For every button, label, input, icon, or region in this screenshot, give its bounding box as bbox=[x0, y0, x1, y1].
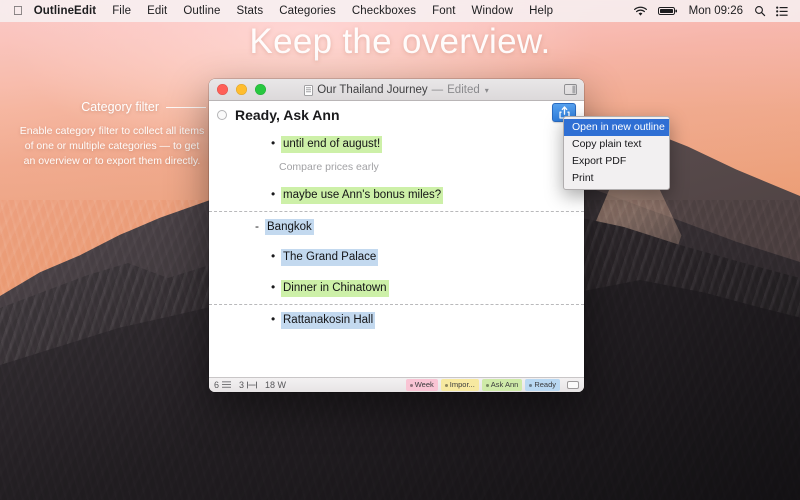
status-items-count: 6 bbox=[214, 380, 220, 390]
categories-toggle-icon[interactable] bbox=[567, 381, 579, 389]
window-toolbar: Ready, Ask Ann bbox=[209, 101, 584, 129]
annotation-leader-line bbox=[166, 106, 206, 108]
menu-item-checkboxes[interactable]: Checkboxes bbox=[344, 5, 424, 17]
badge-dot-icon bbox=[529, 383, 533, 387]
outline-note-text[interactable]: Compare prices early bbox=[279, 161, 379, 175]
status-word-count: 18 W bbox=[265, 380, 287, 390]
category-badges: Week Impor... Ask Ann Ready bbox=[405, 379, 579, 391]
menu-item-window[interactable]: Window bbox=[464, 5, 522, 17]
outline-row-6[interactable]: • Dinner in Chinatown bbox=[209, 273, 584, 304]
desktop-screen: Keep the overview. Category filter Enabl… bbox=[0, 0, 800, 500]
menu-item-print[interactable]: Print bbox=[564, 170, 669, 187]
outline-row-4-group[interactable]: - Bangkok bbox=[209, 212, 584, 243]
outline-content[interactable]: • until end of august! Compare prices ea… bbox=[209, 129, 584, 377]
menu-item-font[interactable]: Font bbox=[424, 5, 463, 17]
sidebar-toggle-icon[interactable] bbox=[564, 84, 577, 95]
window-statusbar: 6 3 18 W Week Impor... Ask Ann Ready bbox=[209, 377, 584, 392]
menu-item-help[interactable]: Help bbox=[521, 5, 561, 17]
badge-important[interactable]: Impor... bbox=[440, 379, 479, 391]
menu-item-stats[interactable]: Stats bbox=[228, 5, 271, 17]
outline-item-text[interactable]: The Grand Palace bbox=[281, 249, 379, 267]
outline-row-3[interactable]: • maybe use Ann's bonus miles? bbox=[209, 180, 584, 211]
status-level-count-group[interactable]: 3 bbox=[239, 380, 258, 390]
badge-dot-icon bbox=[485, 383, 489, 387]
notification-center-list-icon[interactable] bbox=[771, 6, 793, 17]
window-edited-status[interactable]: Edited bbox=[447, 84, 480, 96]
badge-dot-icon bbox=[444, 383, 448, 387]
window-title-dash: — bbox=[431, 84, 444, 96]
badge-dot-icon bbox=[409, 383, 413, 387]
outline-row-5[interactable]: • The Grand Palace bbox=[209, 242, 584, 273]
menu-item-edit[interactable]: Edit bbox=[139, 5, 175, 17]
menu-item-copy-plain-text[interactable]: Copy plain text bbox=[564, 136, 669, 153]
outline-item-text[interactable]: Rattanakosin Hall bbox=[281, 312, 376, 330]
badge-week[interactable]: Week bbox=[405, 379, 438, 391]
share-dropdown-menu: Open in new outline Copy plain text Expo… bbox=[563, 116, 670, 190]
outline-item-text[interactable]: Bangkok bbox=[265, 218, 314, 236]
menu-item-categories[interactable]: Categories bbox=[271, 5, 344, 17]
outline-row-2-note[interactable]: Compare prices early bbox=[209, 160, 584, 180]
status-word-count-group[interactable]: 18 W bbox=[265, 380, 286, 390]
outline-item-text[interactable]: Dinner in Chinatown bbox=[281, 280, 389, 298]
bullet-icon: • bbox=[271, 186, 276, 201]
wifi-icon[interactable] bbox=[628, 6, 653, 17]
bullet-icon: • bbox=[271, 136, 276, 150]
annotation-body: Enable category filter to collect all it… bbox=[19, 125, 205, 168]
badge-ready[interactable]: Ready bbox=[525, 379, 560, 391]
menu-item-export-pdf[interactable]: Export PDF bbox=[564, 153, 669, 170]
outline-item-text[interactable]: maybe use Ann's bonus miles? bbox=[281, 186, 444, 204]
badge-label: Impor... bbox=[449, 380, 475, 390]
menu-bar:  OutlineEdit File Edit Outline Stats Ca… bbox=[0, 0, 800, 22]
search-icon[interactable] bbox=[749, 5, 771, 17]
menu-bar-clock[interactable]: Mon 09:26 bbox=[683, 5, 749, 17]
menu-item-open-in-new-outline[interactable]: Open in new outline bbox=[564, 119, 669, 136]
status-items-count-group[interactable]: 6 bbox=[214, 380, 232, 390]
apple-logo-icon[interactable]:  bbox=[13, 4, 23, 17]
menu-item-app-name[interactable]: OutlineEdit bbox=[32, 5, 104, 17]
outline-item-text[interactable]: until end of august! bbox=[281, 136, 383, 153]
menu-item-outline[interactable]: Outline bbox=[175, 5, 228, 17]
indent-icon bbox=[247, 381, 258, 389]
window-traffic-lights bbox=[209, 84, 266, 95]
menu-item-file[interactable]: File bbox=[104, 5, 139, 17]
outline-heading[interactable]: Ready, Ask Ann bbox=[235, 107, 340, 123]
badge-label: Week bbox=[414, 380, 434, 390]
annotation-title: Category filter bbox=[81, 100, 159, 114]
circle-checkbox-icon[interactable] bbox=[217, 110, 227, 120]
status-level-count: 3 bbox=[239, 380, 245, 390]
zoom-button[interactable] bbox=[255, 84, 266, 95]
close-button[interactable] bbox=[217, 84, 228, 95]
list-lines-icon bbox=[222, 381, 232, 389]
badge-label: Ready bbox=[534, 380, 556, 390]
annotation-category-filter: Category filter Enable category filter t… bbox=[18, 100, 206, 170]
collapse-dash-icon[interactable]: - bbox=[255, 219, 265, 235]
battery-icon[interactable] bbox=[653, 6, 683, 16]
outline-row-7[interactable]: • Rattanakosin Hall bbox=[209, 305, 584, 336]
badge-label: Ask Ann bbox=[490, 380, 519, 390]
minimize-button[interactable] bbox=[236, 84, 247, 95]
window-titlebar[interactable]: Our Thailand Journey — Edited ▾ bbox=[209, 79, 584, 101]
window-document-title[interactable]: Our Thailand Journey bbox=[317, 84, 427, 96]
bullet-icon: • bbox=[271, 249, 276, 264]
bullet-icon: • bbox=[271, 280, 276, 295]
app-window-outline-edit: Our Thailand Journey — Edited ▾ Ready, A… bbox=[209, 79, 584, 392]
chevron-down-icon[interactable]: ▾ bbox=[485, 86, 489, 95]
document-icon[interactable] bbox=[304, 84, 314, 96]
badge-ask-ann[interactable]: Ask Ann bbox=[481, 379, 523, 391]
outline-row-1[interactable]: • until end of august! bbox=[209, 129, 584, 160]
hero-headline: Keep the overview. bbox=[249, 22, 551, 61]
bullet-icon: • bbox=[271, 312, 276, 327]
